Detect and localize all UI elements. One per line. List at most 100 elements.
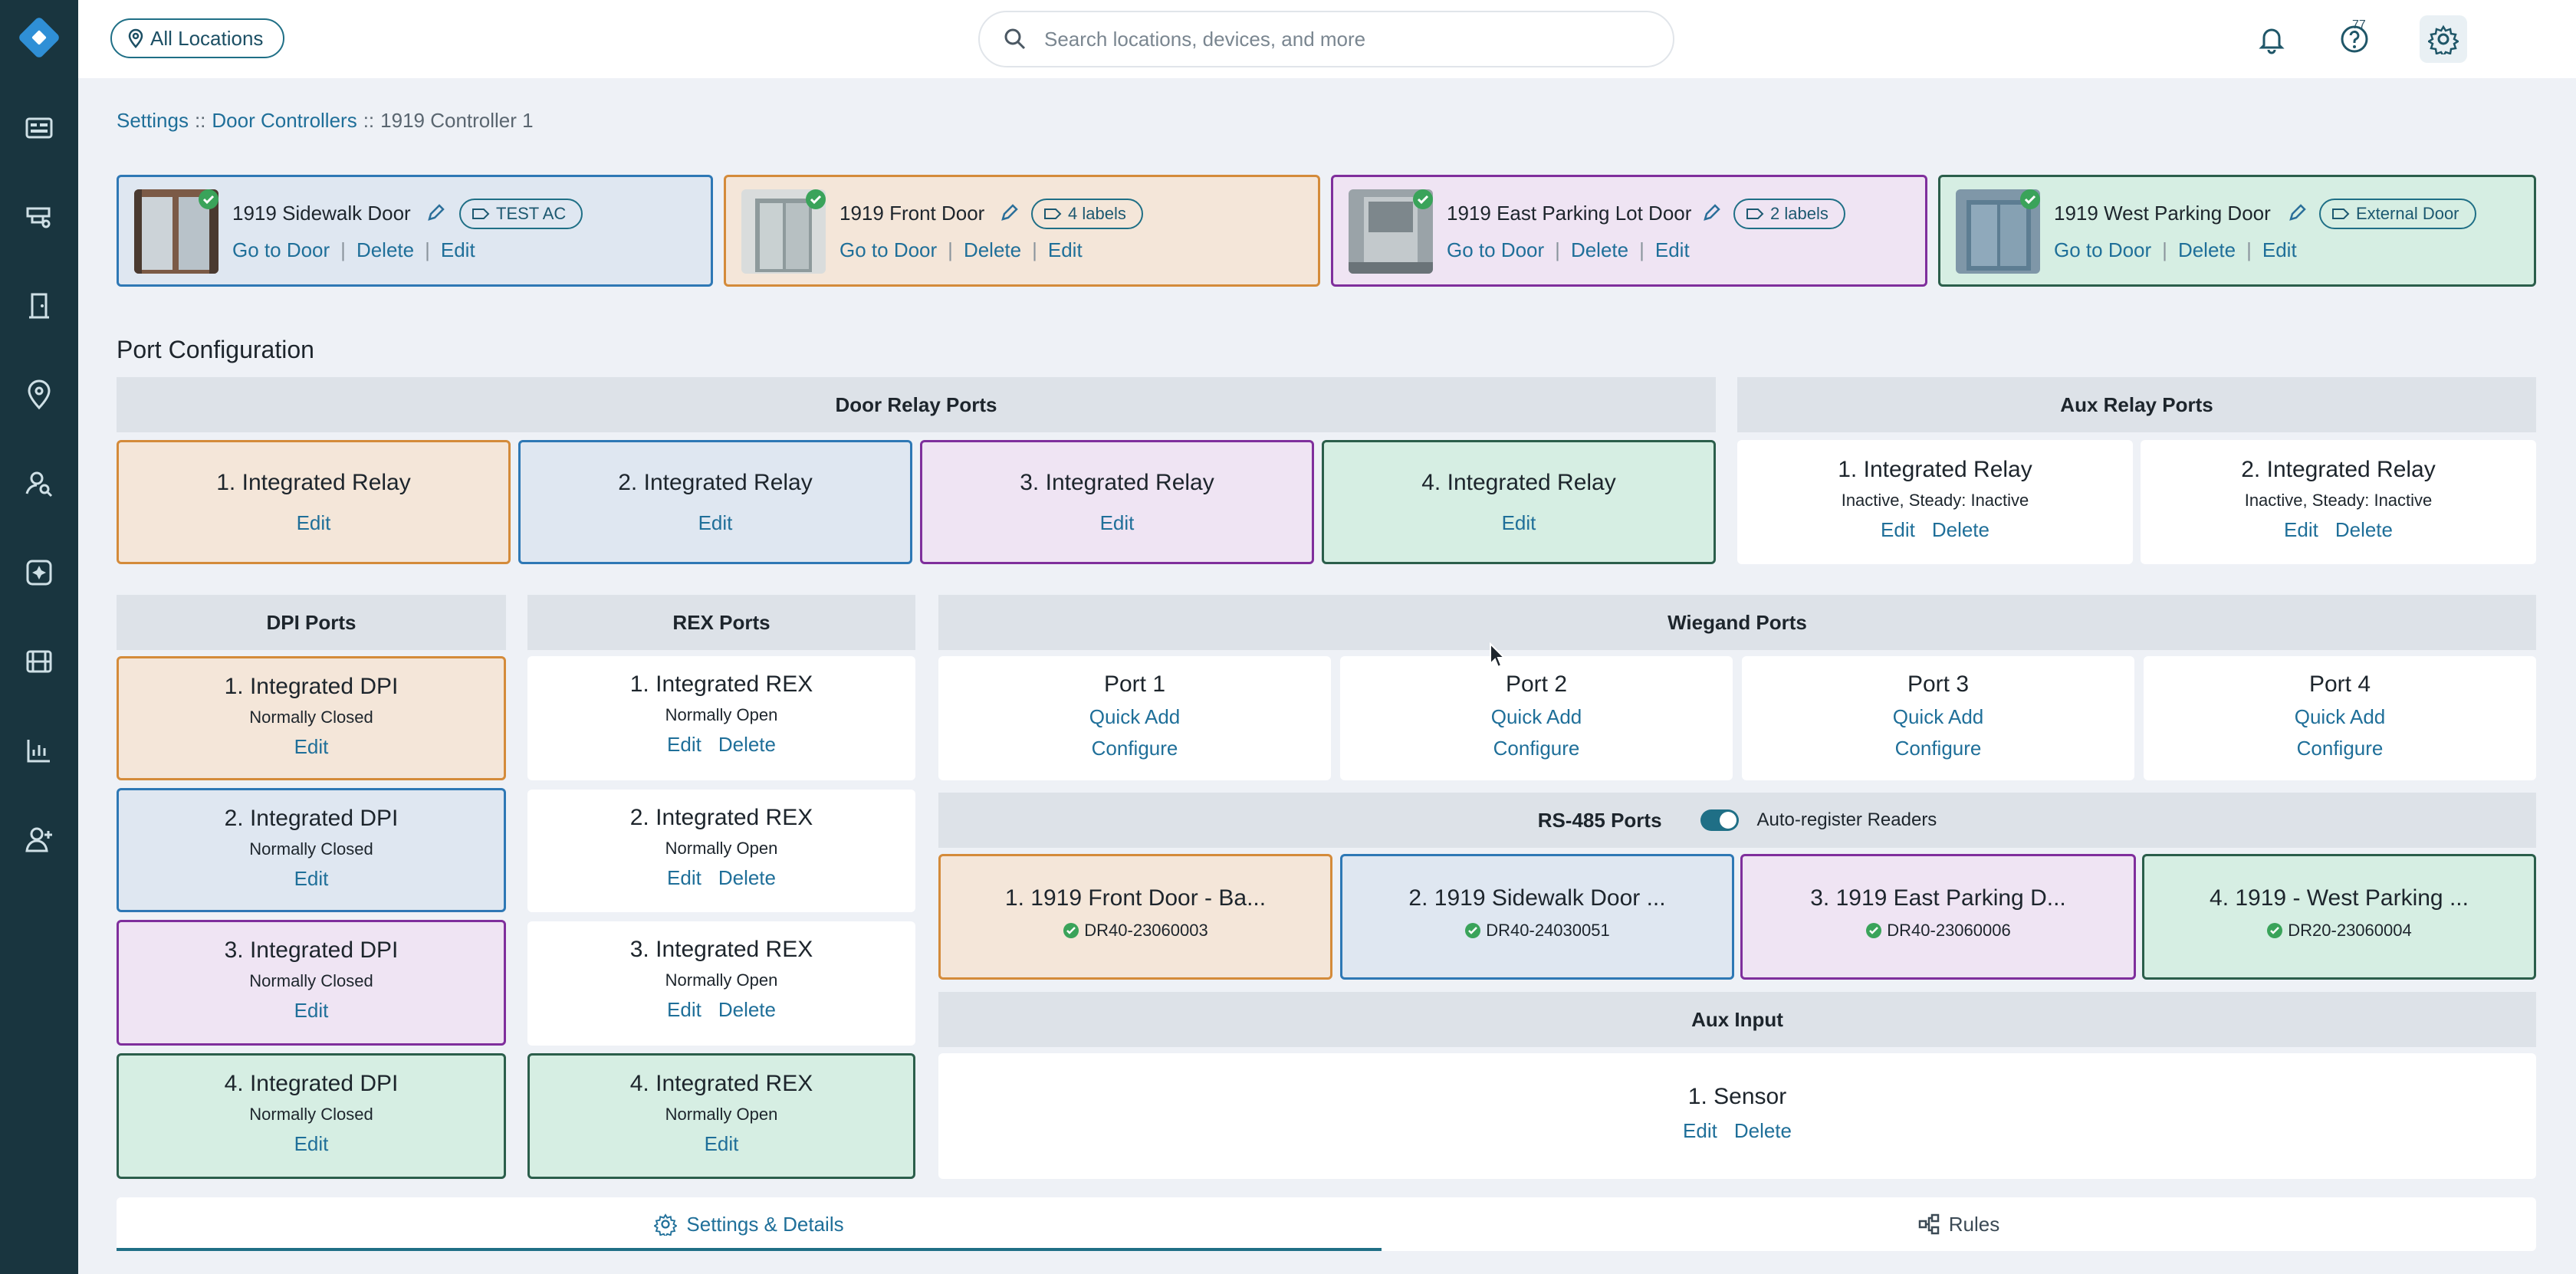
- edit-link[interactable]: Edit: [294, 867, 329, 890]
- video-film-icon[interactable]: [23, 645, 55, 678]
- edit-link[interactable]: Edit: [698, 511, 733, 534]
- port-title: 3. Integrated REX: [629, 937, 813, 962]
- port-status: Normally Open: [665, 705, 778, 724]
- delete-door-link[interactable]: Delete: [2178, 238, 2236, 261]
- edit-pencil-icon[interactable]: [2287, 203, 2307, 223]
- delete-link[interactable]: Delete: [1932, 518, 1990, 541]
- edit-link[interactable]: Edit: [1683, 1119, 1717, 1142]
- port-title: 1. Integrated Relay: [1838, 457, 2032, 482]
- location-label: All Locations: [150, 26, 264, 50]
- configure-link[interactable]: Configure: [1493, 737, 1580, 760]
- search-input[interactable]: [1043, 26, 1644, 52]
- tab-rules[interactable]: Rules: [1382, 1197, 2536, 1251]
- edit-link[interactable]: Edit: [1100, 511, 1135, 534]
- breadcrumb: Settings:: Door Controllers:: 1919 Control…: [117, 109, 534, 133]
- auto-register-label: Auto-register Readers: [1756, 809, 1937, 830]
- delete-link[interactable]: Delete: [2335, 518, 2393, 541]
- dpi-port-tile: 4. Integrated DPI Normally Closed Edit: [117, 1053, 506, 1179]
- edit-door-link[interactable]: Edit: [1655, 238, 1690, 261]
- edit-link[interactable]: Edit: [294, 1132, 329, 1155]
- door-card-sidewalk: 1919 Sidewalk Door TEST AC Go to Door | De…: [117, 175, 713, 287]
- online-check-icon: [1063, 923, 1079, 938]
- delete-link[interactable]: Delete: [718, 998, 776, 1021]
- wiegand-port-tile: Port 1 Quick Add Configure: [938, 656, 1331, 780]
- edit-link[interactable]: Edit: [667, 866, 702, 889]
- door-photo: [1349, 189, 1433, 274]
- dashboard-icon[interactable]: [23, 112, 55, 144]
- rs485-title: RS-485 Ports: [1537, 808, 1662, 832]
- rs485-port-tile: 2. 1919 Sidewalk Door ... DR40-24030051: [1340, 854, 1734, 980]
- edit-link[interactable]: Edit: [1502, 511, 1536, 534]
- all-locations-button[interactable]: All Locations: [110, 18, 285, 58]
- help-icon: [2341, 25, 2368, 53]
- port-title: 2. Integrated REX: [629, 805, 813, 830]
- door-label-badge[interactable]: 2 labels: [1733, 199, 1845, 229]
- auto-register-toggle[interactable]: [1700, 809, 1739, 831]
- edit-door-link[interactable]: Edit: [1048, 238, 1083, 261]
- edit-link[interactable]: Edit: [294, 735, 329, 758]
- door-label-badge[interactable]: External Door: [2319, 199, 2476, 229]
- port-title: 1. Integrated Relay: [216, 470, 411, 495]
- tag-icon: [1746, 209, 1764, 219]
- edit-door-link[interactable]: Edit: [441, 238, 475, 261]
- online-check-icon: [2267, 923, 2283, 938]
- notifications-button[interactable]: [2252, 20, 2291, 58]
- settings-button[interactable]: [2420, 15, 2467, 63]
- configure-link[interactable]: Configure: [2297, 737, 2384, 760]
- app-logo-icon[interactable]: [14, 12, 64, 63]
- edit-pencil-icon[interactable]: [999, 203, 1019, 223]
- quick-add-link[interactable]: Quick Add: [1491, 705, 1582, 728]
- door-label-badge[interactable]: 4 labels: [1031, 199, 1143, 229]
- quick-add-link[interactable]: Quick Add: [2295, 705, 2386, 728]
- integrations-icon[interactable]: [23, 557, 55, 589]
- location-pin-icon[interactable]: [23, 379, 55, 411]
- top-bar: All Locations 77 EN: [78, 0, 2576, 78]
- quick-add-link[interactable]: Quick Add: [1893, 705, 1984, 728]
- breadcrumb-settings[interactable]: Settings: [117, 109, 189, 132]
- go-to-door-link[interactable]: Go to Door: [2054, 238, 2151, 261]
- delete-link[interactable]: Delete: [718, 733, 776, 756]
- go-to-door-link[interactable]: Go to Door: [232, 238, 330, 261]
- online-check-icon: [1465, 923, 1481, 938]
- edit-link[interactable]: Edit: [667, 998, 702, 1021]
- door-relay-port-tile: 4. Integrated Relay Edit: [1322, 440, 1716, 564]
- wiegand-port-tile: Port 2 Quick Add Configure: [1340, 656, 1733, 780]
- door-label-badge[interactable]: TEST AC: [459, 199, 583, 229]
- edit-link[interactable]: Edit: [297, 511, 331, 534]
- edit-link[interactable]: Edit: [294, 999, 329, 1022]
- edit-pencil-icon[interactable]: [426, 203, 445, 223]
- edit-link[interactable]: Edit: [1881, 518, 1915, 541]
- online-check-icon: [199, 189, 219, 209]
- delete-door-link[interactable]: Delete: [356, 238, 414, 261]
- delete-link[interactable]: Delete: [1734, 1119, 1792, 1142]
- delete-link[interactable]: Delete: [718, 866, 776, 889]
- quick-add-link[interactable]: Quick Add: [1089, 705, 1181, 728]
- delete-door-link[interactable]: Delete: [964, 238, 1021, 261]
- delete-door-link[interactable]: Delete: [1571, 238, 1628, 261]
- edit-link[interactable]: Edit: [705, 1132, 739, 1155]
- people-search-icon[interactable]: [23, 468, 55, 500]
- door-card-west-parking: 1919 West Parking Door External Door Go …: [1938, 175, 2536, 287]
- port-status: Inactive, Steady: Inactive: [1841, 491, 2029, 510]
- go-to-door-link[interactable]: Go to Door: [840, 238, 937, 261]
- configure-link[interactable]: Configure: [1092, 737, 1178, 760]
- rs485-ports-header: RS-485 Ports Auto-register Readers: [938, 793, 2536, 848]
- door-icon[interactable]: [23, 290, 55, 322]
- port-status: Normally Closed: [249, 839, 373, 859]
- breadcrumb-door-controllers[interactable]: Door Controllers: [212, 109, 356, 132]
- door-relay-port-tile: 2. Integrated Relay Edit: [518, 440, 912, 564]
- search-bar[interactable]: [978, 11, 1674, 67]
- edit-link[interactable]: Edit: [667, 733, 702, 756]
- analytics-chart-icon[interactable]: [23, 734, 55, 767]
- wiegand-port-tile: Port 3 Quick Add Configure: [1742, 656, 2134, 780]
- tab-settings-details[interactable]: Settings & Details: [117, 1197, 1382, 1251]
- edit-link[interactable]: Edit: [2284, 518, 2318, 541]
- edit-door-link[interactable]: Edit: [2262, 238, 2297, 261]
- camera-devices-icon[interactable]: [23, 201, 55, 233]
- edit-pencil-icon[interactable]: [1701, 203, 1721, 223]
- go-to-door-link[interactable]: Go to Door: [1447, 238, 1544, 261]
- help-button[interactable]: [2335, 20, 2374, 58]
- add-user-icon[interactable]: [23, 823, 55, 855]
- configure-link[interactable]: Configure: [1895, 737, 1982, 760]
- door-card-front: 1919 Front Door 4 labels Go to Door | Dele…: [724, 175, 1320, 287]
